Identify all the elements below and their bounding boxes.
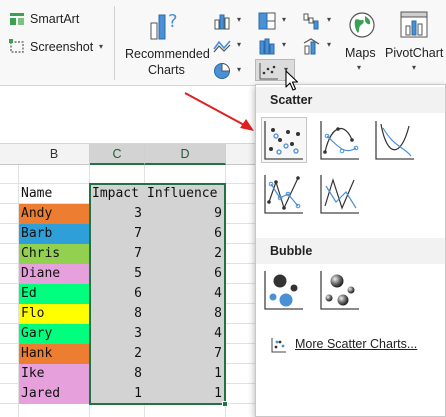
scatter-dropdown-menu: Scatter Bubble More Scatter Charts... bbox=[255, 84, 446, 417]
waterfall-chart-dropdown-icon: ▾ bbox=[327, 15, 332, 24]
name-cell[interactable]: Flo bbox=[19, 304, 89, 324]
hierarchy-chart-icon bbox=[258, 12, 276, 30]
pivotchart-dropdown-icon: ▾ bbox=[412, 63, 417, 72]
column-header-b[interactable]: B bbox=[19, 144, 90, 165]
ribbon: SmartArt Screenshot ▾ ? Recommended Char… bbox=[0, 0, 446, 86]
screenshot-dropdown-icon: ▾ bbox=[99, 42, 104, 51]
header-cell-name[interactable]: Name bbox=[19, 184, 89, 204]
column-header-d[interactable]: D bbox=[145, 144, 226, 165]
svg-text:?: ? bbox=[168, 11, 178, 32]
bubble-section-header: Bubble bbox=[256, 238, 445, 264]
name-cell[interactable]: Diane bbox=[19, 264, 89, 284]
pivotchart-button[interactable]: PivotChart ▾ bbox=[384, 6, 446, 80]
maps-label: Maps bbox=[345, 46, 376, 60]
column-header-c-label: C bbox=[112, 147, 122, 161]
pie-chart-button[interactable]: ▾ bbox=[210, 60, 246, 80]
statistic-chart-button[interactable]: ▾ bbox=[255, 35, 291, 55]
smartart-icon bbox=[10, 13, 24, 25]
name-cell[interactable]: Gary bbox=[19, 324, 89, 344]
line-chart-dropdown-icon: ▾ bbox=[237, 40, 242, 49]
column-header-d-label: D bbox=[180, 147, 190, 161]
bubble-option[interactable] bbox=[261, 267, 307, 313]
scatter-smooth-lines-icon bbox=[375, 121, 414, 160]
recommended-charts-label-line2: Charts bbox=[148, 63, 185, 77]
ribbon-separator bbox=[114, 6, 115, 80]
column-chart-icon bbox=[214, 14, 230, 30]
scatter-straight-markers-icon bbox=[264, 175, 303, 214]
smartart-label: SmartArt bbox=[30, 12, 80, 26]
column-chart-button[interactable]: ▾ bbox=[210, 10, 246, 30]
pivotchart-icon bbox=[400, 11, 428, 38]
statistic-chart-icon bbox=[259, 38, 275, 55]
maps-button[interactable]: Maps ▾ bbox=[340, 6, 380, 80]
recommended-charts-button[interactable]: ? Recommended Charts bbox=[122, 4, 210, 82]
name-cell[interactable]: Chris bbox=[19, 244, 89, 264]
waterfall-chart-button[interactable]: ▾ bbox=[300, 10, 336, 30]
scatter-smooth-markers-option[interactable] bbox=[317, 117, 363, 163]
scatter-small-icon bbox=[271, 338, 286, 353]
waterfall-chart-icon bbox=[303, 13, 319, 30]
column-chart-dropdown-icon: ▾ bbox=[237, 15, 242, 24]
line-chart-icon bbox=[213, 40, 231, 53]
hierarchy-chart-dropdown-icon: ▾ bbox=[282, 15, 287, 24]
column-header-c[interactable]: C bbox=[90, 144, 145, 165]
column-header-b-label: B bbox=[49, 147, 59, 161]
pie-chart-icon bbox=[214, 62, 231, 79]
scatter-smooth-lines-option[interactable] bbox=[372, 117, 418, 163]
scatter-straight-lines-option[interactable] bbox=[317, 171, 363, 217]
recommended-charts-label-line1: Recommended bbox=[125, 47, 210, 61]
hierarchy-chart-button[interactable]: ▾ bbox=[255, 10, 291, 30]
screenshot-icon bbox=[9, 39, 24, 53]
more-scatter-charts-label: More Scatter Charts... bbox=[295, 337, 418, 351]
smartart-button[interactable]: SmartArt bbox=[8, 8, 108, 28]
name-cell[interactable]: Barb bbox=[19, 224, 89, 244]
more-scatter-charts-link[interactable]: More Scatter Charts... bbox=[257, 331, 446, 359]
scatter-markers-icon bbox=[264, 121, 303, 160]
scatter-smooth-markers-icon bbox=[320, 121, 359, 160]
pivotchart-label: PivotChart bbox=[385, 46, 444, 60]
name-cell[interactable]: Andy bbox=[19, 204, 89, 224]
name-cell[interactable]: Ike bbox=[19, 364, 89, 384]
combo-chart-icon bbox=[303, 38, 320, 55]
fill-handle[interactable] bbox=[222, 401, 228, 407]
annotation-arrow bbox=[184, 92, 254, 131]
3d-bubble-icon bbox=[320, 271, 359, 310]
combo-chart-dropdown-icon: ▾ bbox=[327, 40, 332, 49]
scatter-chart-icon bbox=[259, 63, 278, 80]
name-cell[interactable]: Hank bbox=[19, 344, 89, 364]
combo-chart-button[interactable]: ▾ bbox=[300, 35, 336, 55]
globe-icon bbox=[349, 12, 375, 38]
scatter-straight-lines-icon bbox=[320, 175, 359, 214]
mouse-cursor-icon bbox=[285, 70, 299, 91]
screenshot-button[interactable]: Screenshot ▾ bbox=[8, 36, 108, 56]
selection-border bbox=[89, 183, 226, 405]
screenshot-label: Screenshot bbox=[30, 40, 94, 54]
statistic-chart-dropdown-icon: ▾ bbox=[282, 40, 287, 49]
3d-bubble-option[interactable] bbox=[317, 267, 363, 313]
name-cell[interactable]: Jared bbox=[19, 384, 89, 404]
scatter-markers-option[interactable] bbox=[261, 117, 307, 163]
recommended-charts-icon: ? bbox=[150, 11, 178, 40]
scatter-straight-markers-option[interactable] bbox=[261, 171, 307, 217]
line-chart-button[interactable]: ▾ bbox=[210, 35, 246, 55]
maps-dropdown-icon: ▾ bbox=[357, 63, 362, 72]
pie-chart-dropdown-icon: ▾ bbox=[237, 65, 242, 74]
bubble-icon bbox=[264, 271, 303, 310]
name-cell[interactable]: Ed bbox=[19, 284, 89, 304]
